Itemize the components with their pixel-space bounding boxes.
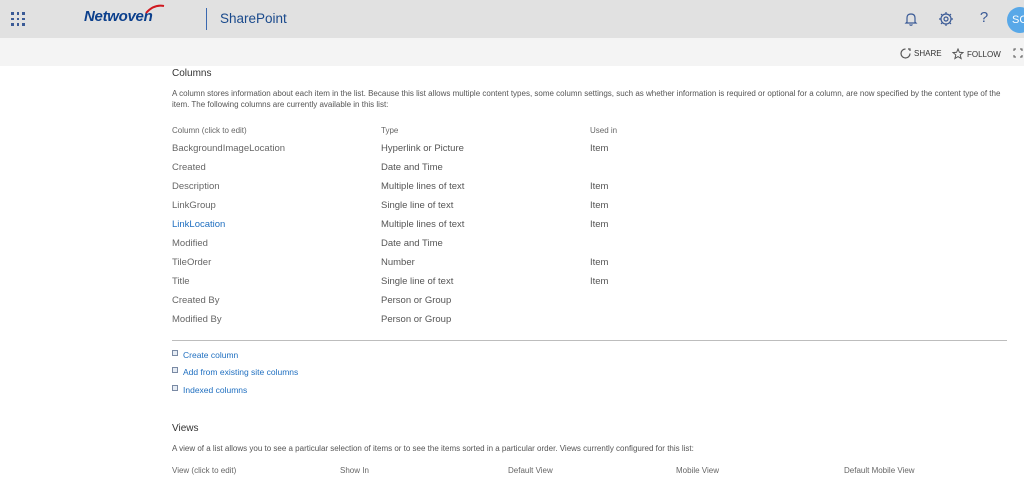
column-used-in: Item [590,257,609,268]
app-name-link[interactable]: SharePoint [220,11,287,26]
share-label: SHARE [914,49,942,58]
column-type: Date and Time [381,162,443,173]
column-type: Date and Time [381,238,443,249]
focus-mode-icon[interactable] [1013,48,1023,58]
view-header-show-in: Show In [340,466,369,475]
logo-swoosh-icon [145,4,165,14]
view-header-default-mobile-view: Default Mobile View [844,466,915,475]
column-type: Hyperlink or Picture [381,143,464,154]
column-type: Person or Group [381,295,452,306]
bullet-icon [172,385,178,391]
column-type: Person or Group [381,314,452,325]
column-link-title[interactable]: Title [172,276,190,287]
column-link-tileorder[interactable]: TileOrder [172,257,211,268]
column-type: Multiple lines of text [381,181,465,192]
column-link-linkgroup[interactable]: LinkGroup [172,200,216,211]
views-section-title: Views [172,423,199,434]
column-header-used-in: Used in [590,126,618,135]
column-type: Single line of text [381,200,454,211]
help-icon[interactable]: ? [975,9,993,27]
views-description: A view of a list allows you to see a par… [172,444,694,453]
column-link-backgroundimagelocation[interactable]: BackgroundImageLocation [172,143,285,154]
waffle-icon[interactable] [11,12,25,26]
column-type: Multiple lines of text [381,219,465,230]
header-divider [206,8,207,30]
logo-text: Netwoven [84,8,153,25]
column-used-in: Item [590,181,609,192]
add-existing-site-columns-link[interactable]: Add from existing site columns [172,367,298,377]
gear-icon[interactable] [937,10,955,28]
section-divider [172,340,1007,341]
column-link-created[interactable]: Created [172,162,206,173]
column-link-linklocation[interactable]: LinkLocation [172,219,225,230]
column-header-type: Type [381,126,399,135]
column-link-description[interactable]: Description [172,181,220,192]
create-column-link[interactable]: Create column [172,350,238,360]
indexed-columns-label: Indexed columns [183,385,248,395]
column-link-modified[interactable]: Modified [172,238,208,249]
column-used-in: Item [590,143,609,154]
share-button[interactable]: SHARE [900,48,942,59]
star-icon [952,48,964,60]
column-type: Single line of text [381,276,454,287]
column-used-in: Item [590,219,609,230]
columns-section-title: Columns [172,68,212,79]
column-type: Number [381,257,415,268]
column-header-name: Column (click to edit) [172,126,247,135]
add-existing-site-columns-label: Add from existing site columns [183,367,299,377]
view-header-name: View (click to edit) [172,466,237,475]
follow-button[interactable]: FOLLOW [952,48,1001,60]
view-header-mobile-view: Mobile View [676,466,719,475]
view-header-default-view: Default View [508,466,553,475]
bell-icon[interactable] [902,10,920,28]
command-bar [0,38,1024,66]
netwoven-logo[interactable]: Netwoven [84,4,165,25]
bullet-icon [172,350,178,356]
column-used-in: Item [590,200,609,211]
share-icon [900,48,911,59]
bullet-icon [172,367,178,373]
column-used-in: Item [590,276,609,287]
create-column-label: Create column [183,350,239,360]
indexed-columns-link[interactable]: Indexed columns [172,385,247,395]
column-link-created-by[interactable]: Created By [172,295,220,306]
columns-description: A column stores information about each i… [172,89,1001,109]
follow-label: FOLLOW [967,49,1001,59]
column-link-modified-by[interactable]: Modified By [172,314,222,325]
